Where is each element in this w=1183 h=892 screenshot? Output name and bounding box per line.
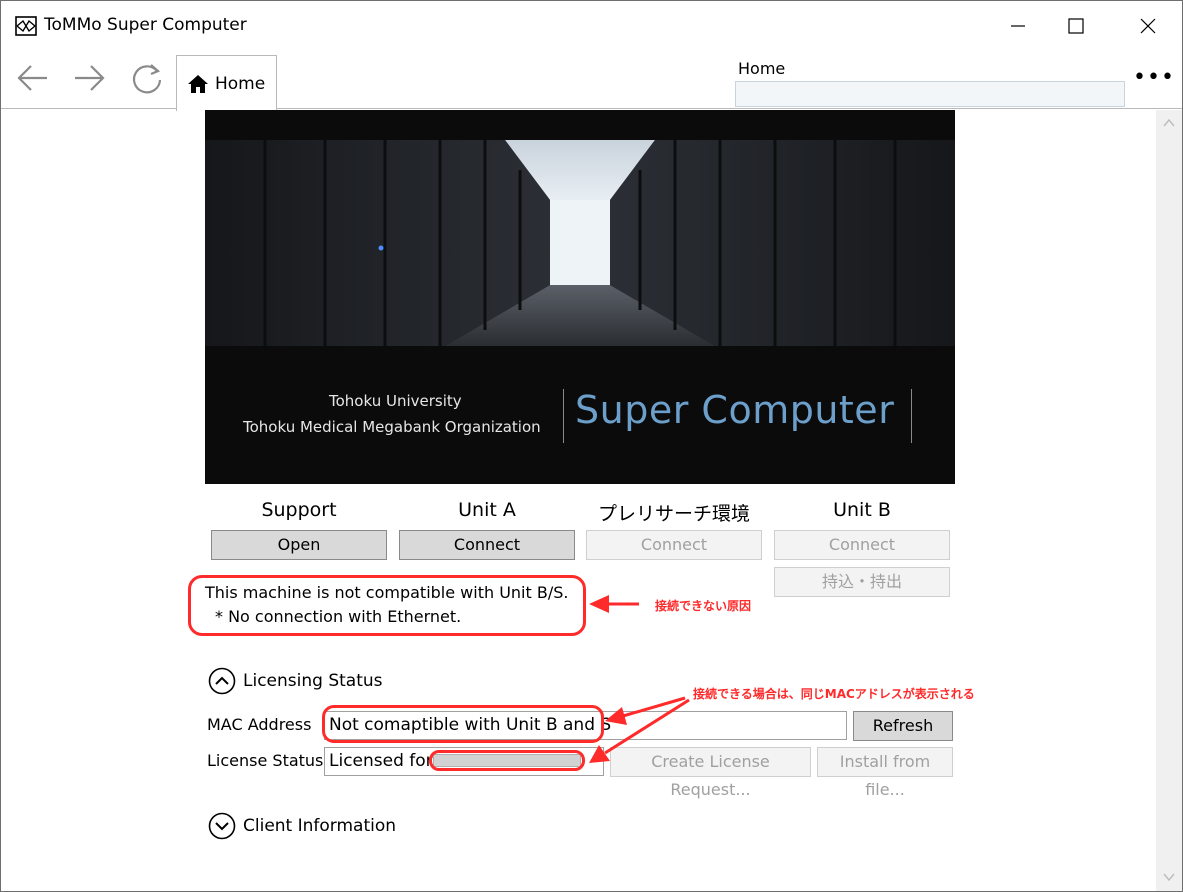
forward-button[interactable] xyxy=(69,61,109,95)
reason-arrow-icon xyxy=(589,595,639,613)
reason-annotation: 接続できない原因 xyxy=(655,599,752,613)
unit-b-label: Unit B xyxy=(833,499,891,521)
warning-highlight-ring xyxy=(188,575,586,636)
banner-university: Tohoku University xyxy=(329,392,462,410)
mac-highlight-ring xyxy=(322,705,604,743)
close-icon xyxy=(1140,18,1156,34)
create-license-request-button[interactable]: Create License Request... xyxy=(610,747,811,799)
minimize-button[interactable] xyxy=(995,11,1041,41)
unit-a-label: Unit A xyxy=(458,499,516,521)
close-button[interactable] xyxy=(1125,11,1171,41)
banner-organization: Tohoku Medical Megabank Organization xyxy=(243,418,541,436)
ellipsis-icon: ••• xyxy=(1133,64,1175,90)
back-button[interactable] xyxy=(13,61,53,95)
license-status-label: License Status xyxy=(207,751,324,770)
home-icon xyxy=(188,74,208,93)
mac-annotation: 接続できる場合は、同じMACアドレスが表示される xyxy=(693,687,975,701)
unit-b-transfer-button[interactable]: 持込・持出 xyxy=(774,567,950,597)
refresh-button[interactable]: Refresh xyxy=(853,711,953,741)
mac-address-label: MAC Address xyxy=(207,715,312,734)
app-logo-icon xyxy=(15,16,37,36)
banner-title: Super Computer xyxy=(575,388,895,432)
more-options-button[interactable]: ••• xyxy=(1133,63,1174,91)
scroll-down-icon[interactable] xyxy=(1161,869,1177,885)
app-window: ToMMo Super Computer Home Home ••• Tohok… xyxy=(0,0,1183,892)
tab-home-label: Home xyxy=(215,73,266,94)
client-information-header[interactable]: Client Information xyxy=(243,816,396,836)
maximize-button[interactable] xyxy=(1053,11,1099,41)
title-bar: ToMMo Super Computer xyxy=(1,1,1182,51)
hero-banner: Tohoku University Tohoku Medical Megaban… xyxy=(205,110,955,484)
window-title: ToMMo Super Computer xyxy=(44,15,247,35)
refresh-icon xyxy=(132,64,162,94)
licensing-status-header[interactable]: Licensing Status xyxy=(243,671,383,691)
unit-a-connect-button[interactable]: Connect xyxy=(399,530,575,560)
refresh-nav-button[interactable] xyxy=(127,61,167,95)
arrow-right-icon xyxy=(75,65,105,91)
maximize-icon xyxy=(1068,18,1084,34)
expand-icon[interactable] xyxy=(208,812,236,840)
tab-home[interactable]: Home xyxy=(176,55,277,111)
preresearch-connect-button[interactable]: Connect xyxy=(586,530,762,560)
banner-divider xyxy=(911,389,912,443)
server-room-image xyxy=(205,140,955,346)
arrow-left-icon xyxy=(17,65,47,91)
address-field[interactable] xyxy=(735,81,1125,107)
support-open-button[interactable]: Open xyxy=(211,530,387,560)
install-from-file-button[interactable]: Install from file... xyxy=(817,747,953,799)
minimize-icon xyxy=(1011,25,1025,27)
scroll-up-icon[interactable] xyxy=(1161,115,1177,131)
header-caption: Home xyxy=(738,59,786,78)
banner-divider xyxy=(563,389,564,443)
vertical-scrollbar[interactable] xyxy=(1156,110,1182,891)
collapse-icon[interactable] xyxy=(208,667,236,695)
license-highlight-ring xyxy=(429,750,585,771)
support-label: Support xyxy=(261,499,337,521)
preresearch-label: プレリサーチ環境 xyxy=(597,503,750,525)
unit-b-connect-button[interactable]: Connect xyxy=(774,530,950,560)
